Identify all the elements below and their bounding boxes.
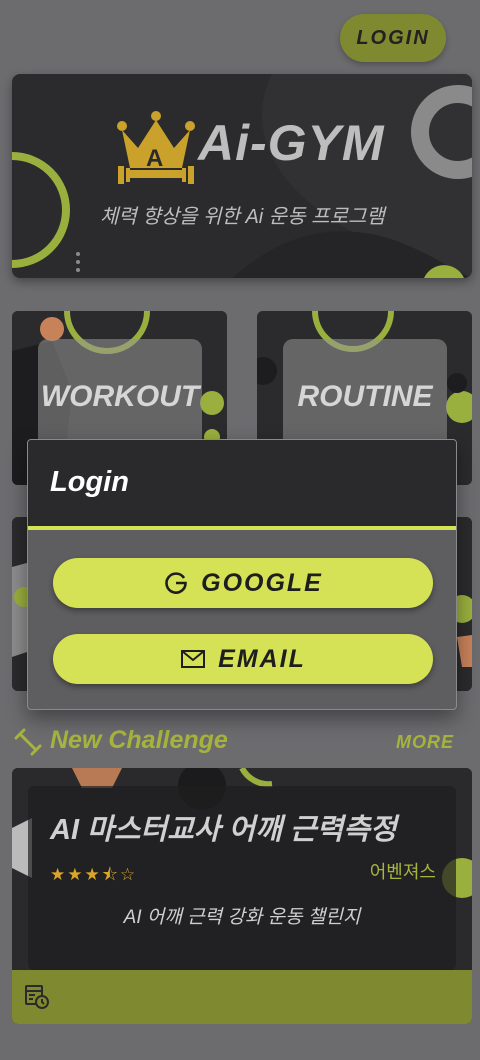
hero-banner: A Ai-GYM 체력 향상을 위한 Ai 운동 프로그램 <box>12 74 472 278</box>
login-modal-title: Login <box>50 466 129 498</box>
schedule-icon[interactable] <box>24 984 50 1010</box>
rating-stars: ★★★⯪☆ <box>50 865 138 884</box>
challenge-author: 어벤져스 <box>369 862 436 882</box>
app-title: Ai-GYM <box>198 115 385 171</box>
email-login-label: EMAIL <box>218 644 306 673</box>
banner-background-art <box>12 74 472 278</box>
challenge-section-title: New Challenge <box>50 726 228 754</box>
login-button[interactable]: LOGIN <box>340 14 446 62</box>
workout-label-panel: WORKOUT <box>38 339 202 455</box>
challenge-card[interactable]: AI 마스터교사 어깨 근력측정 ★★★⯪☆ 어벤져스 AI 어깨 근력 강화 … <box>12 768 472 1024</box>
challenge-section-header: New Challenge MORE <box>12 722 472 762</box>
challenge-title: AI 마스터교사 어깨 근력측정 <box>50 814 397 846</box>
email-login-button[interactable]: EMAIL <box>53 634 433 684</box>
google-icon <box>163 570 189 596</box>
app-subtitle: 체력 향상을 위한 Ai 운동 프로그램 <box>100 206 385 228</box>
challenge-description: AI 어깨 근력 강화 운동 챌린지 <box>123 907 361 928</box>
mail-icon <box>180 648 206 670</box>
challenge-info-panel: AI 마스터교사 어깨 근력측정 ★★★⯪☆ 어벤져스 AI 어깨 근력 강화 … <box>28 786 456 970</box>
routine-label: ROUTINE <box>297 380 433 413</box>
login-modal-header: Login <box>28 440 456 530</box>
dumbbell-icon <box>14 728 42 756</box>
google-login-label: GOOGLE <box>201 568 323 597</box>
crown-logo-letter: A <box>146 145 164 172</box>
workout-label: WORKOUT <box>40 380 200 413</box>
google-login-button[interactable]: GOOGLE <box>53 558 433 608</box>
login-modal: Login GOOGLE EMAIL <box>27 439 457 710</box>
challenge-footer <box>12 970 472 1024</box>
more-link[interactable]: MORE <box>396 732 454 753</box>
routine-label-panel: ROUTINE <box>283 339 447 455</box>
